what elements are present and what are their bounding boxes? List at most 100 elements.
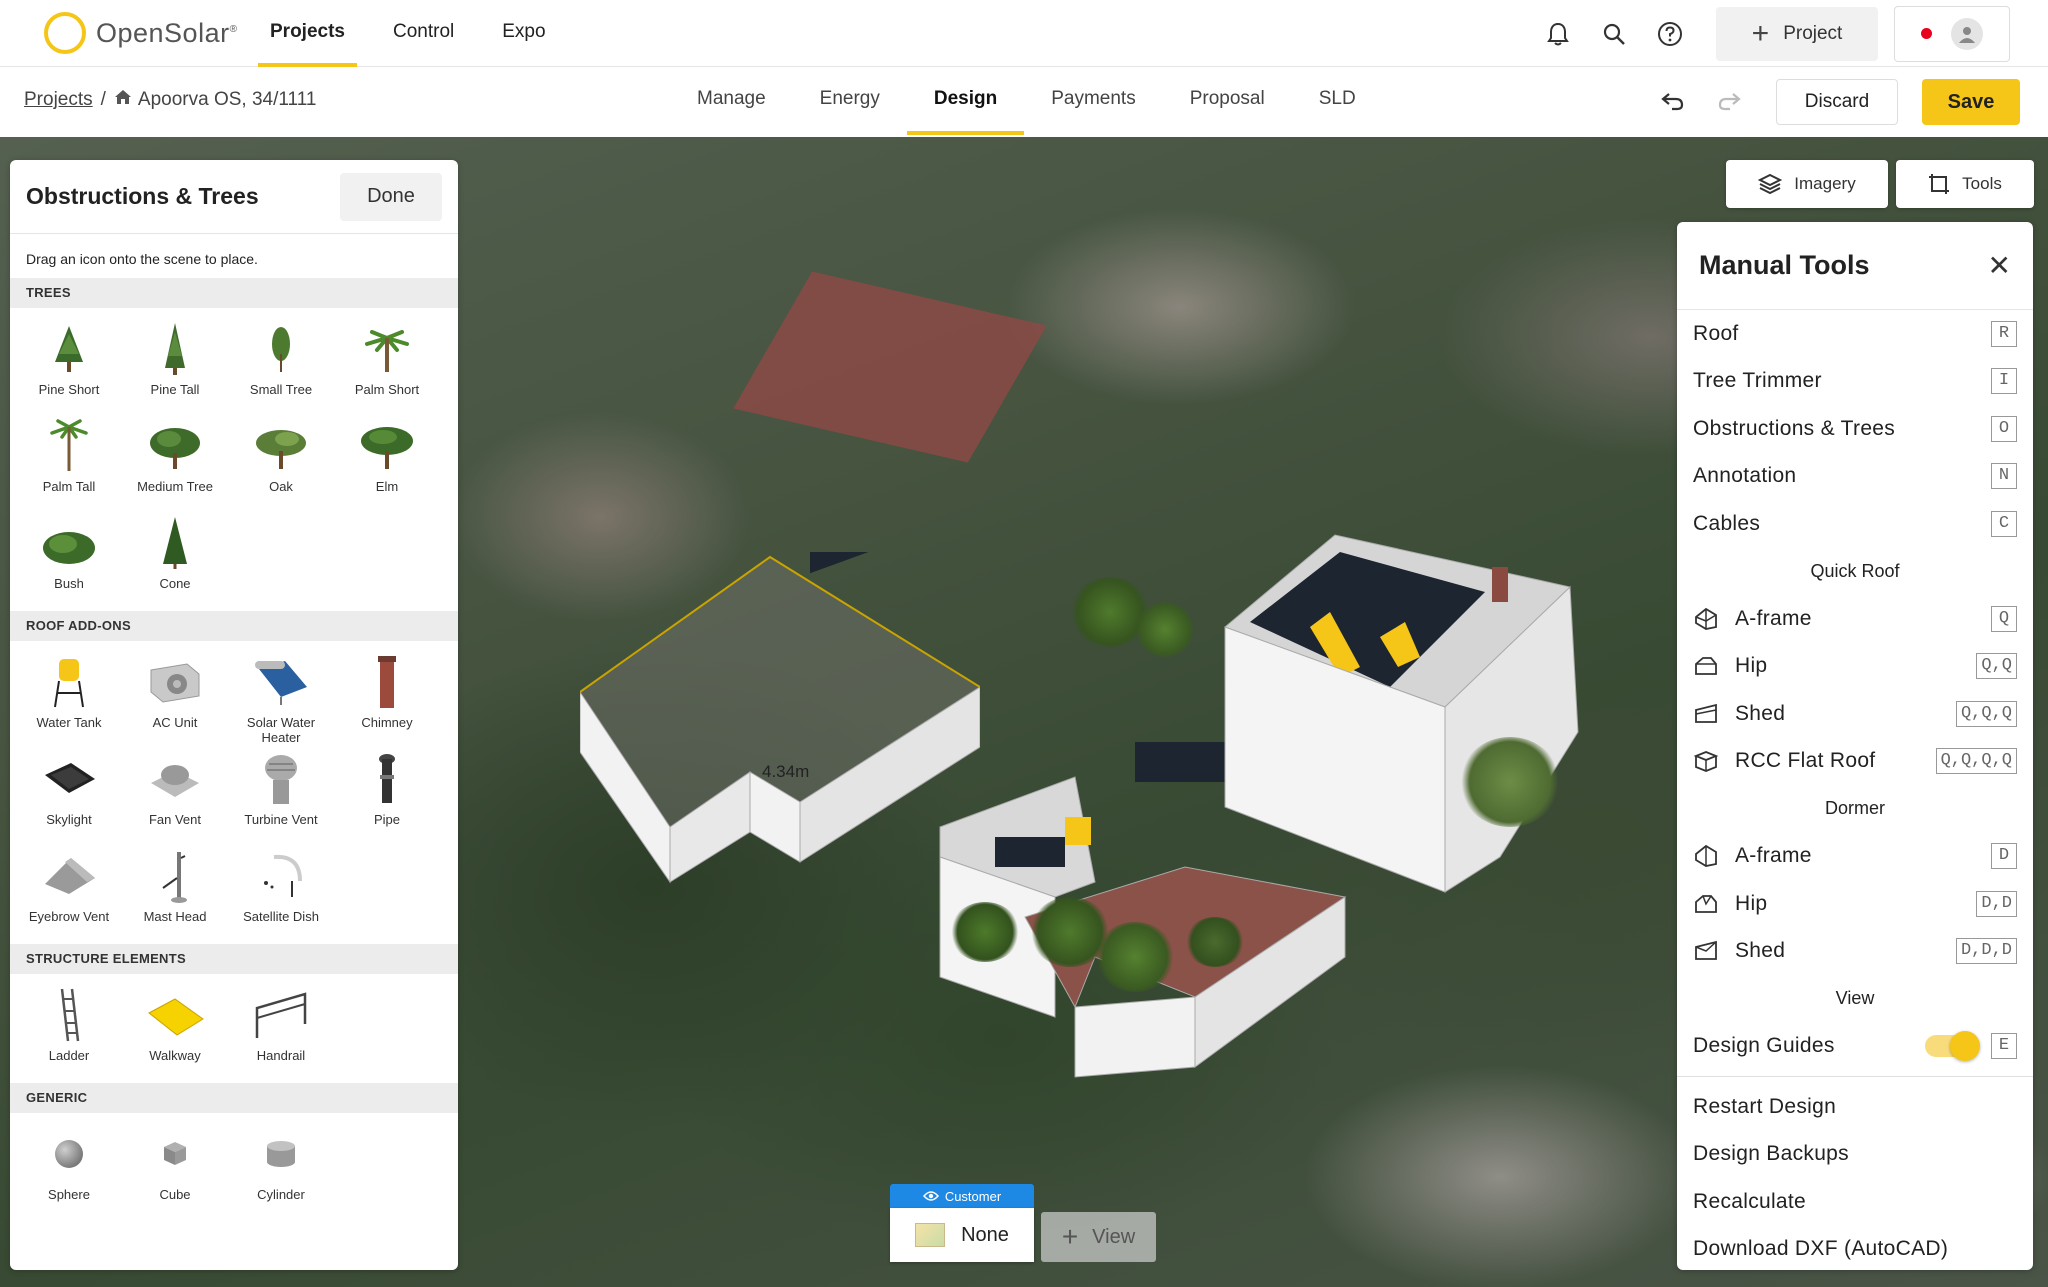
sphere-icon <box>39 1127 99 1181</box>
user-menu[interactable] <box>1894 5 2010 62</box>
search-icon[interactable] <box>1586 6 1642 62</box>
palette-item-ac-unit[interactable]: AC Unit <box>122 649 228 746</box>
palm-short-icon <box>357 322 417 376</box>
quick-roof-a-frame[interactable]: A-frame Q <box>1677 595 2033 643</box>
tool-label: Hip <box>1735 654 1768 678</box>
breadcrumb-projects-link[interactable]: Projects <box>24 89 93 111</box>
palette-item-handrail[interactable]: Handrail <box>228 982 334 1079</box>
palette-item-medium-tree[interactable]: Medium Tree <box>122 413 228 510</box>
palette-item-walkway[interactable]: Walkway <box>122 982 228 1079</box>
tab-payments[interactable]: Payments <box>1024 67 1162 137</box>
design-guides-row: Design Guides E <box>1677 1023 2033 1071</box>
tool-cables[interactable]: Cables C <box>1677 500 2033 548</box>
palette-label: Ladder <box>48 1048 90 1063</box>
palette-item-eyebrow-vent[interactable]: Eyebrow Vent <box>16 843 122 940</box>
palette-item-pipe[interactable]: Pipe <box>334 746 440 843</box>
nav-expo[interactable]: Expo <box>478 0 569 67</box>
palette-item-chimney[interactable]: Chimney <box>334 649 440 746</box>
shortcut-key: D,D <box>1976 890 2017 917</box>
restart-design-action[interactable]: Restart Design <box>1677 1083 2033 1131</box>
palette-item-turbine-vent[interactable]: Turbine Vent <box>228 746 334 843</box>
eye-icon <box>922 1191 939 1201</box>
palette-item-palm-short[interactable]: Palm Short <box>334 316 440 413</box>
dormer-a-frame[interactable]: A-frame D <box>1677 833 2033 881</box>
tools-button[interactable]: Tools <box>1896 160 2034 208</box>
dormer-shed[interactable]: Shed D,D,D <box>1677 928 2033 976</box>
redo-icon[interactable] <box>1716 89 1742 118</box>
palette-item-fan-vent[interactable]: Fan Vent <box>122 746 228 843</box>
palette-label: Bush <box>54 576 84 591</box>
help-icon[interactable] <box>1642 6 1698 62</box>
tool-obstructions-trees[interactable]: Obstructions & Trees O <box>1677 405 2033 453</box>
palette-item-pine-tall[interactable]: Pine Tall <box>122 316 228 413</box>
save-button[interactable]: Save <box>1922 79 2020 125</box>
opensolar-logo[interactable]: OpenSolar® <box>44 12 237 54</box>
layers-icon <box>1758 173 1783 195</box>
undo-icon[interactable] <box>1660 89 1686 118</box>
scene-oak-tree[interactable] <box>1460 737 1560 827</box>
palette-item-palm-tall[interactable]: Palm Tall <box>16 413 122 510</box>
tool-tree-trimmer[interactable]: Tree Trimmer I <box>1677 358 2033 406</box>
add-view-button[interactable]: + View <box>1041 1212 1156 1262</box>
imagery-button[interactable]: Imagery <box>1726 160 1888 208</box>
palette-label: Water Tank <box>36 715 102 730</box>
palette-label: Turbine Vent <box>244 812 318 827</box>
palette-item-oak[interactable]: Oak <box>228 413 334 510</box>
palette-item-cube[interactable]: Cube <box>122 1121 228 1218</box>
elm-icon <box>357 419 417 473</box>
close-icon[interactable]: ✕ <box>1988 249 2011 282</box>
done-button[interactable]: Done <box>340 172 442 221</box>
palette-item-water-tank[interactable]: Water Tank <box>16 649 122 746</box>
palette-item-satellite-dish[interactable]: Satellite Dish <box>228 843 334 940</box>
new-project-button[interactable]: + Project <box>1716 6 1878 61</box>
palette-item-sphere[interactable]: Sphere <box>16 1121 122 1218</box>
scene-palm-tree[interactable] <box>950 902 1020 962</box>
building-right[interactable] <box>1220 527 1590 917</box>
status-dot-icon <box>1920 28 1932 39</box>
measurement-label: 4.34m <box>762 762 810 781</box>
design-guides-toggle[interactable] <box>1925 1031 1980 1062</box>
design-backups-action[interactable]: Design Backups <box>1677 1131 2033 1179</box>
logo-text: OpenSolar <box>96 17 230 48</box>
customer-view-tab[interactable]: Customer <box>890 1184 1034 1208</box>
palette-item-mast-head[interactable]: Mast Head <box>122 843 228 940</box>
structure-elements-grid: Ladder Walkway Handrail <box>10 974 458 1083</box>
tab-energy[interactable]: Energy <box>793 67 907 137</box>
palette-item-cylinder[interactable]: Cylinder <box>228 1121 334 1218</box>
nav-control[interactable]: Control <box>369 0 478 67</box>
palette-label: Mast Head <box>143 909 207 924</box>
scene-palm-tree[interactable] <box>1095 922 1175 992</box>
scene-palm-tree[interactable] <box>1135 602 1195 657</box>
palette-item-elm[interactable]: Elm <box>334 413 440 510</box>
palette-item-small-tree[interactable]: Small Tree <box>228 316 334 413</box>
scene-bush[interactable] <box>1185 917 1245 967</box>
palette-item-bush[interactable]: Bush <box>16 510 122 607</box>
discard-button[interactable]: Discard <box>1776 79 1898 125</box>
tool-annotation[interactable]: Annotation N <box>1677 453 2033 501</box>
palette-item-cone[interactable]: Cone <box>122 510 228 607</box>
view-none-button[interactable]: None <box>890 1208 1034 1262</box>
quick-roof-rcc-flat[interactable]: RCC Flat Roof Q,Q,Q,Q <box>1677 738 2033 786</box>
palette-item-pine-short[interactable]: Pine Short <box>16 316 122 413</box>
action-label: Recalculate <box>1693 1189 1807 1213</box>
palette-label: Medium Tree <box>137 479 213 494</box>
palette-item-solar-water-heater[interactable]: Solar Water Heater <box>228 649 334 746</box>
tool-roof[interactable]: Roof R <box>1677 310 2033 358</box>
download-dxf-action[interactable]: Download DXF (AutoCAD) <box>1677 1226 2033 1271</box>
tab-proposal[interactable]: Proposal <box>1163 67 1292 137</box>
palette-item-skylight[interactable]: Skylight <box>16 746 122 843</box>
notifications-bell-icon[interactable] <box>1530 6 1586 62</box>
quick-roof-shed[interactable]: Shed Q,Q,Q <box>1677 690 2033 738</box>
shortcut-key: E <box>1991 1033 2017 1060</box>
tab-design[interactable]: Design <box>906 67 1025 137</box>
home-icon <box>114 89 132 111</box>
nav-projects[interactable]: Projects <box>246 0 369 67</box>
tab-sld[interactable]: SLD <box>1292 67 1383 137</box>
quick-roof-hip[interactable]: Hip Q,Q <box>1677 643 2033 691</box>
tab-manage[interactable]: Manage <box>670 67 793 137</box>
section-roof-addons-heading: ROOF ADD-ONS <box>10 611 458 641</box>
palette-item-ladder[interactable]: Ladder <box>16 982 122 1079</box>
recalculate-action[interactable]: Recalculate <box>1677 1178 2033 1226</box>
dormer-hip[interactable]: Hip D,D <box>1677 880 2033 928</box>
bush-icon <box>39 516 99 570</box>
